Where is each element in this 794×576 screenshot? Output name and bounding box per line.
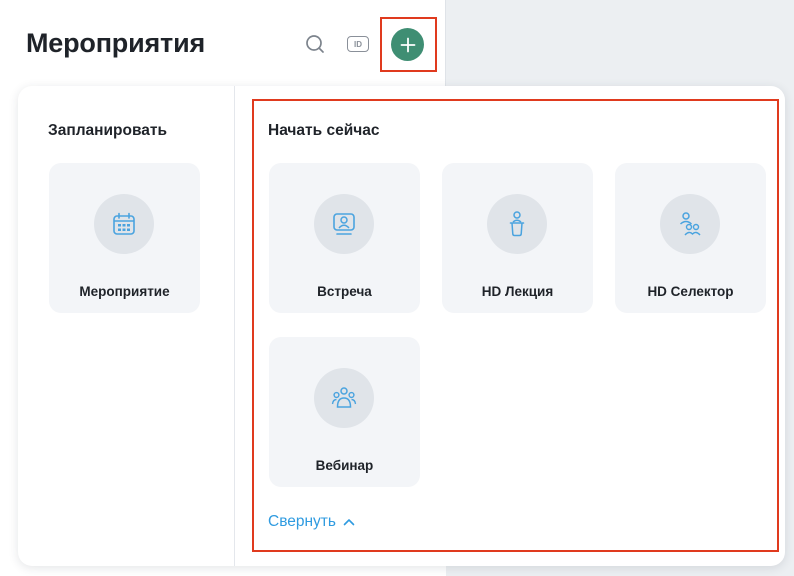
card-label: HD Селектор [647,284,734,299]
card-label: Вебинар [315,458,374,473]
screen-user-icon [314,194,374,254]
group-icon [660,194,720,254]
audience-icon [314,368,374,428]
schedule-section-title: Запланировать [48,122,168,139]
panel-divider [234,86,235,566]
add-event-button[interactable] [391,28,424,61]
search-icon[interactable] [304,33,326,55]
plus-icon [400,37,415,52]
card-label: Встреча [317,284,372,299]
meeting-card[interactable]: Встреча [269,163,420,313]
page-title: Мероприятия [26,28,206,58]
chevron-up-icon [343,519,355,526]
hd-selector-card[interactable]: HD Селектор [615,163,766,313]
start-now-section-title: Начать сейчас [268,122,380,139]
page-header: Мероприятия ID [0,0,446,86]
speaker-podium-icon [487,194,547,254]
id-icon[interactable]: ID [346,34,370,54]
id-badge-text: ID [347,36,369,52]
collapse-label: Свернуть [268,513,336,530]
webinar-card[interactable]: Вебинар [269,337,420,487]
calendar-icon [94,194,154,254]
card-label: HD Лекция [481,284,554,299]
schedule-event-card[interactable]: Мероприятие [49,163,200,313]
hd-lecture-card[interactable]: HD Лекция [442,163,593,313]
card-label: Мероприятие [79,284,170,299]
collapse-link[interactable]: Свернуть [268,513,355,531]
